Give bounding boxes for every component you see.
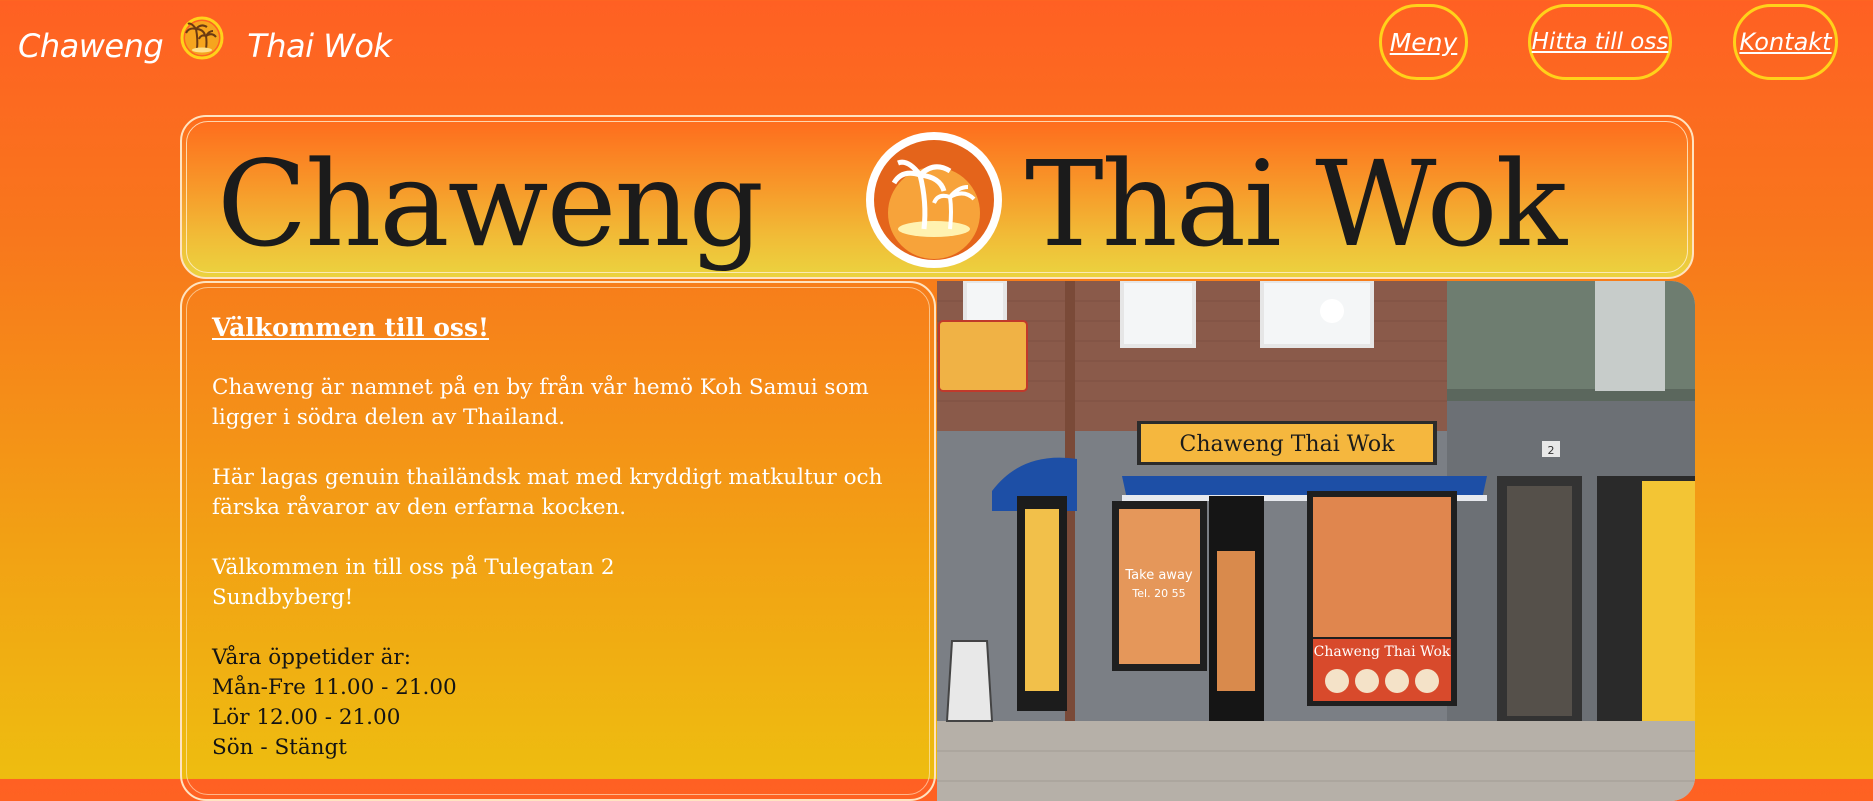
window-banner-text: Chaweng Thai Wok xyxy=(1314,644,1451,660)
welcome-panel: Välkommen till oss! Chaweng är namnet på… xyxy=(180,281,936,801)
welcome-paragraph-food: Här lagas genuin thailändsk mat med kryd… xyxy=(212,465,883,520)
store-sign-text: Chaweng Thai Wok xyxy=(1180,432,1396,457)
welcome-paragraph-address: Välkommen in till oss på Tulegatan 2 Sun… xyxy=(212,553,912,613)
city-line: Sundbyberg! xyxy=(212,585,354,610)
address-line: Välkommen in till oss på Tulegatan 2 xyxy=(212,555,615,580)
welcome-title: Välkommen till oss! xyxy=(212,313,490,342)
opening-hours: Våra öppetider är: Mån-Fre 11.00 - 21.00… xyxy=(212,643,912,763)
phone-text: Tel. 20 55 xyxy=(1131,587,1185,600)
hero-banner: Chaweng Thai Wok xyxy=(180,115,1694,279)
palm-emblem-icon xyxy=(866,132,1002,268)
brand-name-left: Chaweng xyxy=(18,27,164,65)
take-away-text: Take away xyxy=(1124,568,1193,583)
nav-find-us-button[interactable]: Hitta till oss xyxy=(1528,4,1672,80)
opening-hours-title: Våra öppetider är: xyxy=(212,645,411,670)
brand-name-right: Thai Wok xyxy=(247,27,392,65)
hours-weekdays: Mån-Fre 11.00 - 21.00 xyxy=(212,675,457,700)
storefront-photo: Chaweng Thai Wok Take away Tel. 20 55 Ch… xyxy=(937,281,1695,801)
storefront-illustration: Chaweng Thai Wok Take away Tel. 20 55 Ch… xyxy=(937,281,1695,801)
banner-word-right: Thai Wok xyxy=(1025,135,1569,273)
welcome-paragraph-origin: Chaweng är namnet på en by från vår hemö… xyxy=(212,375,869,430)
nav-menu-button[interactable]: Meny xyxy=(1379,4,1468,80)
hours-sunday: Sön - Stängt xyxy=(212,735,347,760)
house-number: 2 xyxy=(1548,444,1555,457)
banner-word-left: Chaweng xyxy=(217,135,762,273)
hours-saturday: Lör 12.00 - 21.00 xyxy=(212,705,401,730)
palm-logo-icon xyxy=(180,16,224,60)
site-brand[interactable]: Chaweng Thai Wok xyxy=(18,16,392,74)
nav-contact-button[interactable]: Kontakt xyxy=(1733,4,1838,80)
banner-artwork: Chaweng Thai Wok xyxy=(217,132,1571,273)
